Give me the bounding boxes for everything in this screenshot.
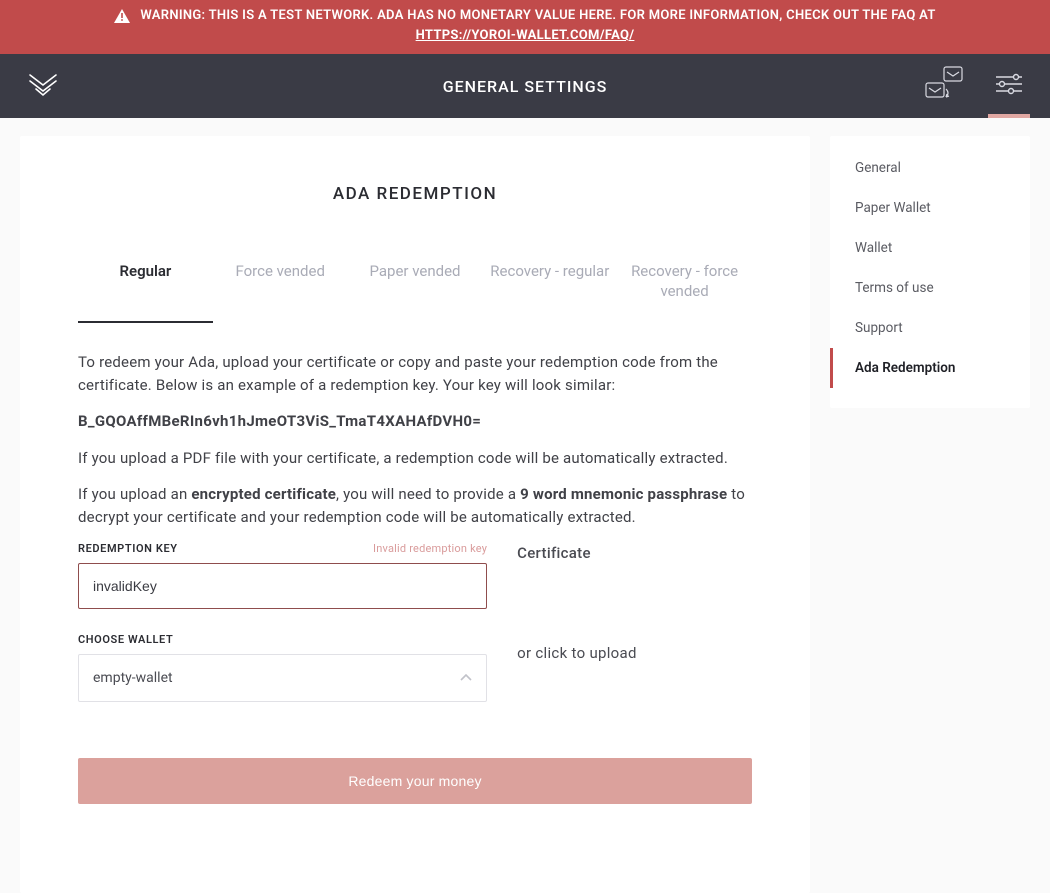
main-content-panel: ADA REDEMPTION Regular Force vended Pape…	[20, 136, 810, 893]
section-title: ADA REDEMPTION	[78, 184, 752, 204]
redemption-key-input[interactable]	[78, 563, 487, 609]
tab-force-vended[interactable]: Force vended	[213, 250, 348, 323]
redemption-key-label: REDEMPTION KEY	[78, 542, 178, 555]
sidebar-item-support[interactable]: Support	[830, 308, 1030, 348]
sidebar-item-general[interactable]: General	[830, 148, 1030, 188]
instruction-paragraph-3: If you upload an encrypted certificate, …	[78, 483, 752, 528]
settings-sidebar: General Paper Wallet Wallet Terms of use…	[830, 136, 1030, 408]
example-redemption-key: B_GQOAffMBeRIn6vh1hJmeOT3ViS_TmaT4XAHAfD…	[78, 410, 752, 433]
choose-wallet-select[interactable]: empty-wallet	[78, 654, 487, 702]
warning-triangle-icon	[114, 9, 130, 23]
sidebar-item-wallet[interactable]: Wallet	[830, 228, 1030, 268]
app-header: GENERAL SETTINGS	[0, 54, 1050, 118]
instruction-paragraph-2: If you upload a PDF file with your certi…	[78, 447, 752, 470]
redemption-key-error: Invalid redemption key	[373, 542, 487, 555]
sidebar-item-paper-wallet[interactable]: Paper Wallet	[830, 188, 1030, 228]
choose-wallet-field: CHOOSE WALLET empty-wallet	[78, 633, 487, 702]
tab-regular[interactable]: Regular	[78, 250, 213, 323]
redemption-key-field: REDEMPTION KEY Invalid redemption key	[78, 542, 487, 609]
choose-wallet-label: CHOOSE WALLET	[78, 633, 173, 646]
certificate-label: Certificate	[517, 544, 752, 562]
chevron-up-icon	[460, 670, 472, 686]
settings-sliders-icon[interactable]	[994, 72, 1024, 100]
sidebar-item-ada-redemption[interactable]: Ada Redemption	[830, 348, 1030, 388]
upload-hint[interactable]: or click to upload	[517, 644, 752, 662]
test-network-warning-banner: WARNING: THIS IS A TEST NETWORK. ADA HAS…	[0, 0, 1050, 54]
tab-recovery-regular[interactable]: Recovery - regular	[482, 250, 617, 323]
page-title: GENERAL SETTINGS	[443, 77, 608, 96]
choose-wallet-value: empty-wallet	[93, 670, 173, 686]
redemption-tabs: Regular Force vended Paper vended Recove…	[78, 250, 752, 323]
instructions-block: To redeem your Ada, upload your certific…	[78, 351, 752, 528]
yoroi-logo-icon[interactable]	[26, 69, 60, 103]
sidebar-item-terms-of-use[interactable]: Terms of use	[830, 268, 1030, 308]
faq-link[interactable]: HTTPS://YOROI-WALLET.COM/FAQ/	[416, 26, 635, 46]
settings-active-indicator	[988, 114, 1030, 118]
wallet-stack-icon[interactable]	[922, 65, 966, 107]
tab-paper-vended[interactable]: Paper vended	[348, 250, 483, 323]
redeem-button[interactable]: Redeem your money	[78, 758, 752, 804]
warning-text: WARNING: THIS IS A TEST NETWORK. ADA HAS…	[140, 6, 935, 26]
instruction-paragraph-1: To redeem your Ada, upload your certific…	[78, 351, 752, 396]
tab-recovery-force-vended[interactable]: Recovery - force vended	[617, 250, 752, 323]
